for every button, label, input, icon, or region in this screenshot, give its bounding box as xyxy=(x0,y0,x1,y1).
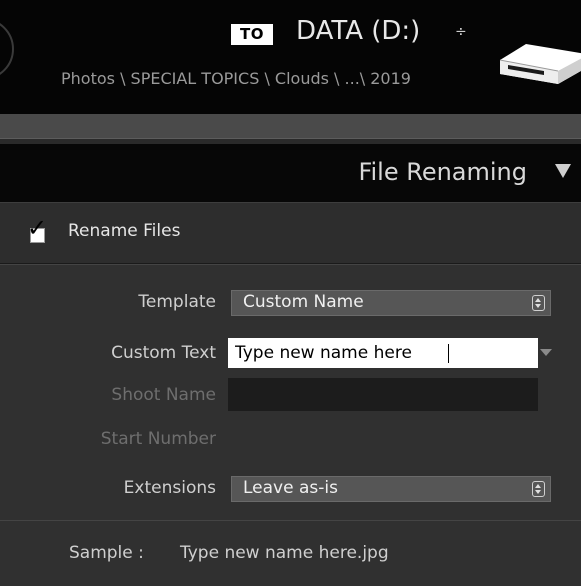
sample-filename: Type new name here.jpg xyxy=(180,543,389,563)
panel-title: File Renaming xyxy=(358,158,527,186)
custom-text-input[interactable] xyxy=(228,338,538,368)
extensions-value: Leave as-is xyxy=(243,478,338,498)
rename-files-row: ✓ Rename Files xyxy=(0,202,581,264)
destination-header: TO DATA (D:) ÷ Photos \ SPECIAL TOPICS \… xyxy=(0,0,581,114)
volume-stepper-icon[interactable]: ÷ xyxy=(455,24,467,40)
triangle-down-icon[interactable] xyxy=(555,164,571,178)
template-value: Custom Name xyxy=(243,292,364,312)
select-stepper-icon xyxy=(532,295,545,311)
custom-text-label: Custom Text xyxy=(111,343,216,363)
shoot-name-field xyxy=(228,378,538,411)
extensions-label: Extensions xyxy=(123,478,216,498)
rename-fields-section: Template Custom Name Custom Text Shoot N… xyxy=(0,264,581,520)
select-stepper-icon xyxy=(532,481,545,497)
template-select[interactable]: Custom Name xyxy=(231,290,551,316)
extensions-select[interactable]: Leave as-is xyxy=(231,476,551,502)
template-label: Template xyxy=(138,292,216,312)
sample-row: Sample : Type new name here.jpg xyxy=(0,520,581,586)
file-renaming-panel-header[interactable]: File Renaming xyxy=(0,144,581,202)
start-number-label: Start Number xyxy=(100,429,216,449)
rename-files-label[interactable]: Rename Files xyxy=(68,221,180,241)
checkmark-icon: ✓ xyxy=(27,214,48,242)
text-caret xyxy=(448,344,449,363)
circle-nav-button[interactable] xyxy=(0,18,14,80)
to-badge: TO xyxy=(231,24,273,45)
sample-label: Sample : xyxy=(69,543,144,563)
hard-drive-icon xyxy=(499,44,581,84)
shoot-name-label: Shoot Name xyxy=(111,385,216,405)
destination-path: Photos \ SPECIAL TOPICS \ Clouds \ ...\ … xyxy=(61,69,411,88)
panel-divider-strip xyxy=(0,114,581,144)
custom-text-dropdown-icon[interactable] xyxy=(540,349,552,356)
destination-volume-select[interactable]: DATA (D:) xyxy=(296,16,420,46)
